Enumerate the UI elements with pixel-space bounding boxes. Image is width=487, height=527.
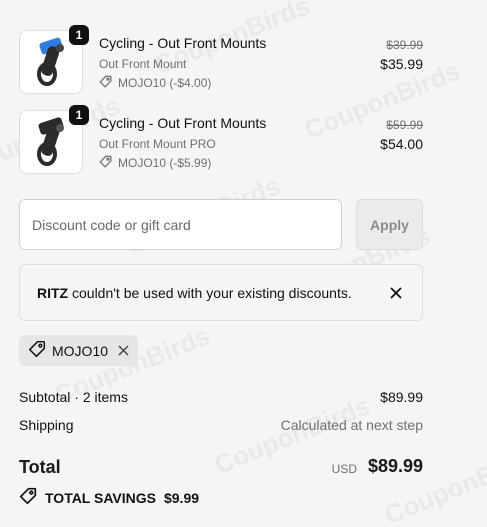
original-price: $59.99 (386, 118, 423, 132)
item-discount: MOJO10 (-$5.99) (99, 155, 211, 171)
line-item: 1 Cycling - Out Front Mounts Out Front M… (19, 25, 423, 94)
quantity-badge: 1 (69, 105, 89, 125)
total-value: $89.99 (367, 456, 423, 476)
shipping-row: Shipping Calculated at next step (19, 417, 423, 433)
applied-code-label: MOJO10 (52, 342, 109, 359)
shipping-label: Shipping (19, 417, 74, 433)
final-price: $35.99 (380, 56, 423, 72)
applied-discount-tag: MOJO10 (19, 335, 139, 366)
shipping-value: Calculated at next step (280, 417, 423, 433)
watermark: CouponBirds (380, 440, 487, 527)
discount-error-alert: RITZ couldn't be used with your existing… (19, 264, 423, 321)
total-row: Total USD $89.99 (19, 456, 423, 480)
item-title: Cycling - Out Front Mounts (99, 115, 267, 131)
tag-icon (19, 487, 37, 508)
remove-discount-icon[interactable] (118, 345, 129, 356)
subtotal-label: Subtotal · 2 items (19, 389, 128, 405)
original-price: $39.99 (386, 38, 423, 52)
item-discount-label: MOJO10 (-$5.99) (118, 156, 212, 170)
item-discount-label: MOJO10 (-$4.00) (118, 76, 212, 90)
discount-form: Apply (19, 199, 423, 250)
tag-icon (99, 75, 112, 91)
subtotal-row: Subtotal · 2 items $89.99 (19, 389, 423, 405)
discount-code-input[interactable] (19, 199, 342, 250)
quantity-badge: 1 (69, 25, 89, 45)
line-item: 1 Cycling - Out Front Mounts Out Front M… (19, 105, 423, 174)
final-price: $54.00 (380, 136, 423, 152)
savings-value: $9.99 (163, 489, 200, 506)
total-label: Total (19, 457, 61, 477)
close-icon[interactable] (384, 281, 408, 305)
subtotal-value: $89.99 (380, 389, 423, 405)
alert-message: RITZ couldn't be used with your existing… (37, 285, 352, 301)
alert-text: couldn't be used with your existing disc… (72, 285, 352, 301)
tag-icon (99, 155, 112, 171)
total-currency: USD (331, 462, 357, 476)
item-title: Cycling - Out Front Mounts (99, 35, 267, 51)
item-discount: MOJO10 (-$4.00) (99, 75, 211, 91)
alert-code: RITZ (37, 285, 69, 301)
apply-button[interactable]: Apply (356, 199, 423, 250)
item-variant: Out Front Mount (99, 57, 187, 71)
tag-icon (28, 340, 46, 361)
item-variant: Out Front Mount PRO (99, 137, 216, 151)
savings-label: TOTAL SAVINGS (45, 489, 156, 506)
total-savings: TOTAL SAVINGS $9.99 (19, 487, 199, 508)
